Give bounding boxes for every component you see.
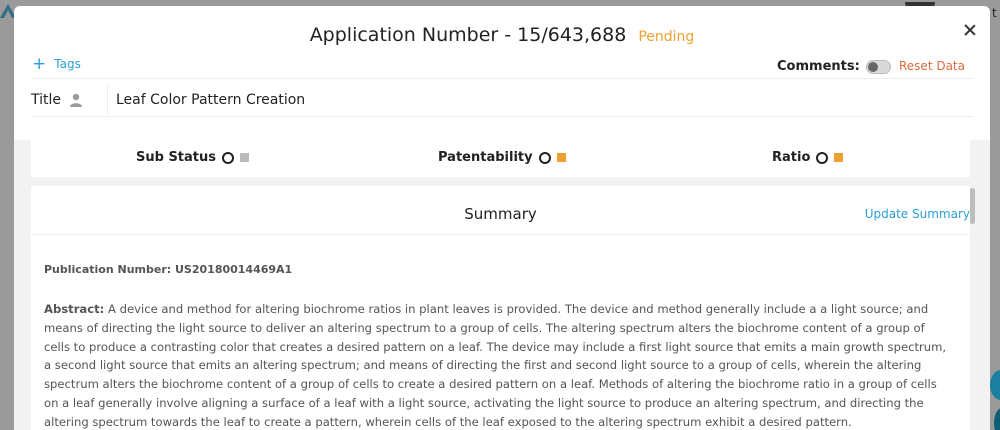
publication-number: Publication Number: US20180014469A1 bbox=[44, 263, 292, 276]
comments-label: Comments: bbox=[777, 59, 860, 74]
abstract: Abstract: A device and method for alteri… bbox=[44, 300, 954, 430]
publication-value: US20180014469A1 bbox=[175, 263, 293, 276]
help-bubble bbox=[990, 370, 1000, 400]
background-text: t bbox=[992, 6, 997, 20]
ratio-item: Ratio bbox=[772, 150, 844, 165]
sub-status-item: Sub Status bbox=[136, 150, 250, 165]
publication-label: Publication Number: bbox=[44, 263, 172, 276]
divider bbox=[32, 116, 974, 117]
edit-icon[interactable] bbox=[834, 153, 844, 162]
comments-toggle[interactable] bbox=[865, 59, 891, 74]
info-icon[interactable] bbox=[222, 151, 235, 164]
patentability-label: Patentability bbox=[438, 150, 533, 165]
summary-heading: Summary bbox=[464, 205, 537, 223]
divider bbox=[32, 78, 974, 79]
reset-data-link[interactable]: Reset Data bbox=[899, 59, 965, 73]
status-row: Sub Status Patentability Ratio bbox=[31, 140, 970, 177]
ratio-label: Ratio bbox=[772, 150, 811, 165]
modal-title: Application Number - 15/643,688 Pending bbox=[14, 24, 990, 46]
sub-status-label: Sub Status bbox=[136, 150, 217, 165]
title-separator bbox=[107, 86, 108, 114]
title-value[interactable]: Leaf Color Pattern Creation bbox=[116, 92, 305, 108]
abstract-text: A device and method for altering biochro… bbox=[44, 302, 947, 429]
summary-card: Summary Update Summary Publication Numbe… bbox=[31, 186, 970, 430]
info-icon[interactable] bbox=[538, 151, 551, 164]
toggle-knob bbox=[867, 61, 878, 72]
application-number: Application Number - 15/643,688 bbox=[309, 24, 627, 46]
close-icon[interactable] bbox=[960, 20, 980, 40]
edit-icon[interactable] bbox=[556, 153, 566, 162]
modal-scroll-area: Sub Status Patentability Ratio Summary U… bbox=[14, 140, 990, 430]
comments-control: Comments: bbox=[777, 59, 891, 74]
scrollbar-thumb[interactable] bbox=[970, 188, 975, 224]
patentability-item: Patentability bbox=[438, 150, 566, 165]
divider bbox=[31, 234, 970, 235]
plus-icon: + bbox=[32, 54, 47, 74]
title-field-label: Title bbox=[31, 92, 83, 108]
status-badge: Pending bbox=[638, 29, 695, 45]
tags-label: Tags bbox=[54, 57, 81, 71]
person-icon bbox=[70, 93, 83, 107]
update-summary-link[interactable]: Update Summary bbox=[865, 207, 970, 221]
edit-icon[interactable] bbox=[240, 153, 250, 162]
application-modal: Application Number - 15/643,688 Pending … bbox=[14, 6, 990, 430]
chat-bubble bbox=[994, 408, 1000, 430]
info-icon[interactable] bbox=[816, 151, 829, 164]
add-tags-button[interactable]: + Tags bbox=[32, 54, 81, 74]
abstract-label: Abstract: bbox=[44, 302, 105, 316]
title-label: Title bbox=[31, 92, 62, 108]
